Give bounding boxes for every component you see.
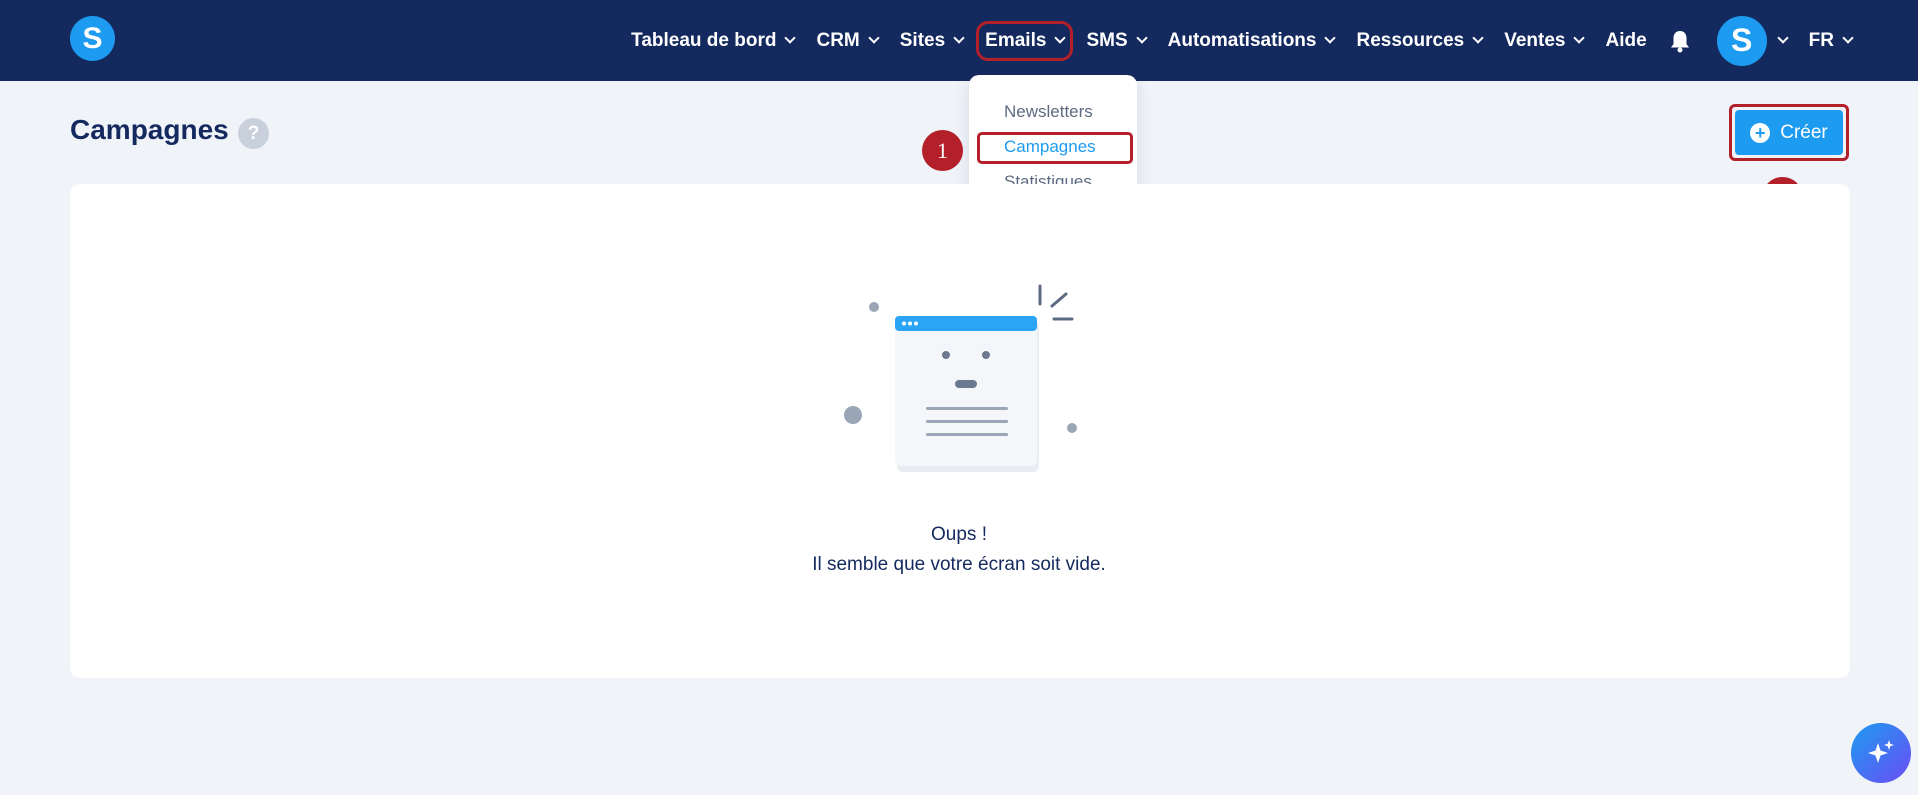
nav-item-label: SMS [1086,29,1128,51]
nav-item-resources[interactable]: Ressources [1356,29,1484,52]
chevron-down-icon [953,32,965,44]
chevron-down-icon [868,32,880,44]
help-icon[interactable]: ? [238,118,269,149]
chevron-down-icon [1135,32,1148,44]
page-title: Campagnes [70,114,229,145]
nav-item-label: Sites [899,29,946,51]
nav-item-sales[interactable]: Ventes [1504,29,1586,52]
nav-item-sites[interactable]: Sites [899,29,965,52]
sparkles-icon [1868,740,1894,763]
create-button[interactable]: + Créer [1735,110,1843,155]
empty-state-title: Oups ! [931,524,987,545]
nav-item-sms[interactable]: SMS [1086,29,1148,52]
nav-item-label: Aide [1605,29,1647,51]
nav-item-label: Ressources [1356,29,1465,51]
empty-state-subtitle: Il semble que votre écran soit vide. [812,554,1106,575]
chevron-down-icon [1842,32,1854,44]
highlight-frame: + Créer [1729,104,1849,161]
bell-icon-svg [1670,30,1689,52]
nav-item-emails[interactable]: Emails [976,20,1074,61]
language-label: FR [1808,29,1834,51]
nav-item-label: CRM [816,29,860,51]
nav-item-crm[interactable]: CRM [816,29,880,52]
chevron-down-icon [1324,32,1337,44]
nav-item-dashboard[interactable]: Tableau de bord [631,29,797,52]
step-badge-1: 1 [922,130,963,171]
nav-item-help[interactable]: Aide [1605,30,1646,52]
create-button-label: Créer [1780,121,1828,143]
nav-item-label: Emails [985,29,1047,51]
chevron-down-icon[interactable] [1777,32,1789,44]
bell-icon[interactable] [1669,29,1691,53]
nav-item-label: Ventes [1504,29,1566,51]
chevron-down-icon [1054,32,1067,44]
ai-assistant-button[interactable] [1851,723,1911,783]
user-avatar[interactable]: S [1716,15,1767,66]
chevron-down-icon [1472,32,1484,44]
top-navbar: S Tableau de bord CRM Sites Emails SMS A… [0,0,1918,81]
main-nav: Tableau de bord CRM Sites Emails SMS Aut… [609,0,1854,81]
plus-circle-icon: + [1750,122,1771,143]
chevron-down-icon [1573,32,1586,44]
language-selector[interactable]: FR [1808,29,1854,52]
nav-item-label: Automatisations [1167,29,1317,51]
menu-item-newsletters[interactable]: Newsletters [1004,102,1093,122]
nav-item-automations[interactable]: Automatisations [1167,29,1337,52]
nav-item-label: Tableau de bord [631,29,777,51]
brand-logo[interactable]: S [70,16,115,61]
chevron-down-icon [784,32,797,44]
menu-item-campaigns[interactable]: Campagnes [1004,137,1096,157]
empty-state-illustration [844,284,1077,472]
